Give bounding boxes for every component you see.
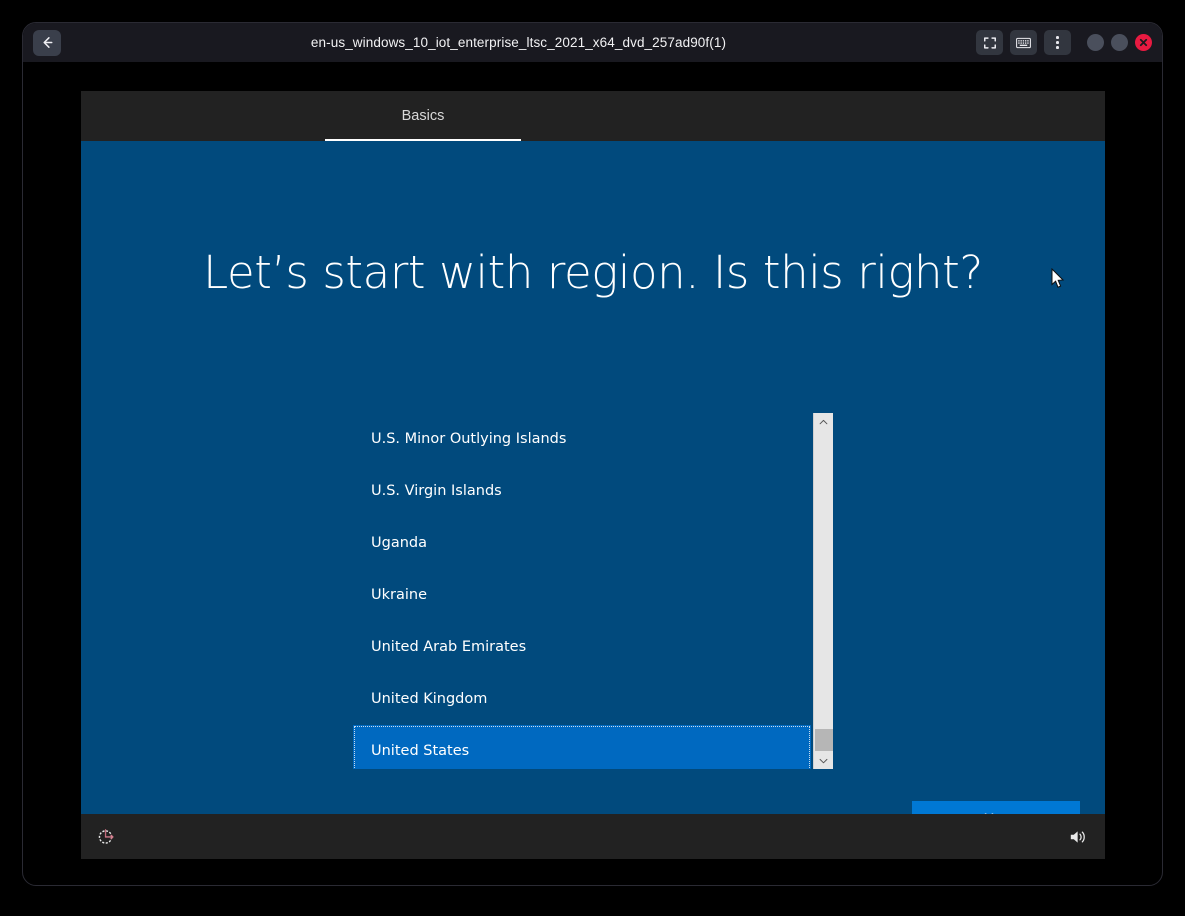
fullscreen-icon — [983, 36, 996, 49]
vm-window: en-us_windows_10_iot_enterprise_ltsc_202… — [22, 22, 1163, 886]
list-item[interactable]: Ukraine — [353, 569, 811, 621]
window-titlebar: en-us_windows_10_iot_enterprise_ltsc_202… — [23, 23, 1162, 62]
volume-icon — [1070, 830, 1085, 843]
ease-of-access-button[interactable] — [93, 824, 119, 850]
window-title: en-us_windows_10_iot_enterprise_ltsc_202… — [310, 35, 727, 50]
fullscreen-button[interactable] — [976, 30, 1003, 55]
region-list-scrollbar[interactable] — [813, 413, 833, 769]
oobe-body: Let’s start with region. Is this right? … — [81, 141, 1105, 839]
keyboard-icon — [1016, 37, 1031, 48]
window-controls — [1087, 34, 1152, 51]
maximize-button[interactable] — [1111, 34, 1128, 51]
back-button[interactable] — [33, 29, 61, 56]
arrow-left-icon — [42, 37, 52, 48]
tab-basics[interactable]: Basics — [325, 91, 521, 141]
scrollbar-down-button[interactable] — [814, 752, 833, 769]
chevron-down-icon — [819, 758, 828, 763]
screen: en-us_windows_10_iot_enterprise_ltsc_202… — [0, 0, 1185, 916]
list-item[interactable]: United Kingdom — [353, 673, 811, 725]
page-title: Let’s start with region. Is this right? — [203, 246, 983, 299]
vm-viewport[interactable]: Basics Let’s start with region. Is this … — [81, 91, 1105, 859]
list-item[interactable]: Uganda — [353, 517, 811, 569]
chevron-up-icon — [819, 419, 828, 424]
region-list[interactable]: U.S. Minor Outlying Islands U.S. Virgin … — [353, 413, 833, 769]
scrollbar-up-button[interactable] — [814, 413, 833, 430]
list-item-selected[interactable]: United States — [353, 725, 811, 769]
close-button[interactable] — [1135, 34, 1152, 51]
volume-button[interactable] — [1065, 824, 1091, 850]
ease-of-access-icon — [98, 829, 114, 844]
tab-basics-label: Basics — [401, 108, 445, 124]
scrollbar-thumb[interactable] — [815, 729, 833, 751]
oobe-bottom-bar — [81, 814, 1105, 859]
keyboard-button[interactable] — [1010, 30, 1037, 55]
close-icon — [1139, 38, 1148, 47]
list-item[interactable]: U.S. Virgin Islands — [353, 465, 811, 517]
titlebar-controls — [976, 30, 1152, 55]
region-list-scrollarea[interactable]: U.S. Minor Outlying Islands U.S. Virgin … — [353, 413, 811, 769]
overflow-menu-button[interactable] — [1044, 30, 1071, 55]
kebab-menu-icon — [1056, 36, 1059, 49]
list-item[interactable]: United Arab Emirates — [353, 621, 811, 673]
oobe-tabbar: Basics — [81, 91, 1105, 141]
minimize-button[interactable] — [1087, 34, 1104, 51]
list-item[interactable]: U.S. Minor Outlying Islands — [353, 413, 811, 465]
